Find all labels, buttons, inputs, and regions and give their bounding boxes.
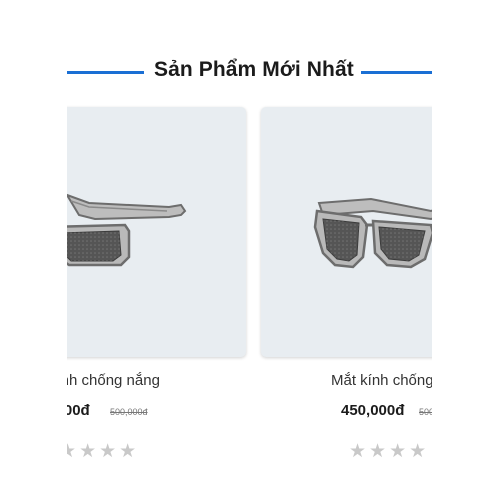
product-old-price: 500,000đ [110,407,148,417]
title-divider-left [67,71,144,74]
product-old-price: 500 [419,407,432,417]
product-image[interactable] [67,107,246,357]
product-card[interactable]: Mắt kính chống 450,000đ 500 ★★★★ [261,100,432,462]
product-name[interactable]: Mắt kính chống [331,372,432,389]
sunglasses-icon [313,197,432,269]
section-header: Sản Phẩm Mới Nhất [0,52,500,92]
title-divider-right [361,71,432,74]
product-image[interactable] [261,107,432,357]
product-card[interactable]: kính chống nắng 0,000đ 500,000đ ★★★★★ [67,100,246,462]
product-carousel[interactable]: kính chống nắng 0,000đ 500,000đ ★★★★★ [67,100,432,480]
sunglasses-icon [67,193,187,267]
star-rating: ★★★★★ [67,441,140,462]
product-name[interactable]: kính chống nắng [67,372,160,389]
product-price: 0,000đ [67,402,90,419]
section-title: Sản Phẩm Mới Nhất [154,58,354,81]
product-price: 450,000đ [341,402,405,419]
star-rating: ★★★★ [349,441,430,462]
